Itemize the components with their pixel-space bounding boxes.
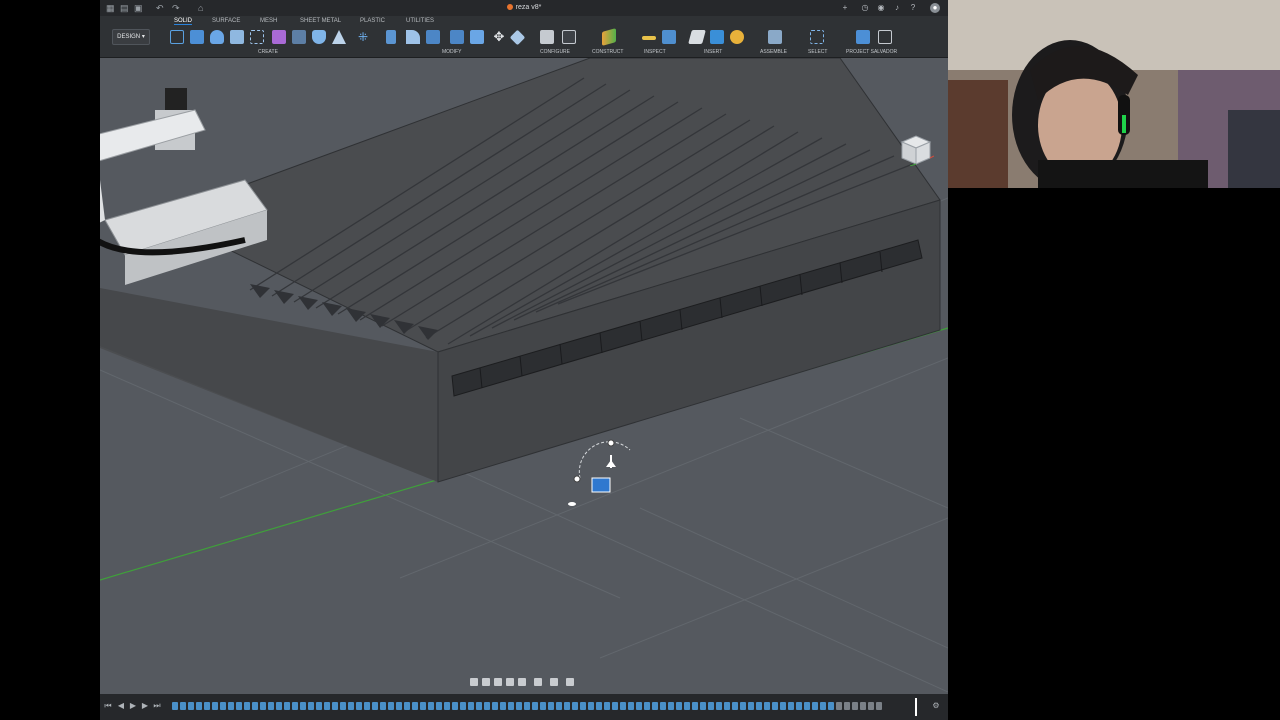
- group-inspect[interactable]: INSPECT: [644, 49, 666, 55]
- document-dot-icon: [506, 4, 513, 11]
- toolbar: DESIGN ▾ SOLID SURFACE MESH SHEET METAL …: [100, 16, 948, 58]
- pan-icon[interactable]: [494, 678, 502, 686]
- cnc-machine-image: [100, 80, 330, 295]
- zoom-icon[interactable]: [506, 678, 514, 686]
- move-icon[interactable]: ✥: [492, 30, 506, 44]
- measure-icon[interactable]: [642, 36, 656, 40]
- combine-icon[interactable]: [470, 30, 484, 44]
- jobs-icon[interactable]: ◉: [876, 3, 886, 13]
- press-pull-icon[interactable]: [386, 30, 396, 44]
- group-create[interactable]: CREATE: [258, 49, 278, 55]
- revolve-icon[interactable]: [210, 30, 224, 44]
- emboss-icon[interactable]: [312, 30, 326, 44]
- new-sketch-icon[interactable]: [170, 30, 184, 44]
- tab-sheet-metal[interactable]: SHEET METAL: [300, 18, 341, 24]
- document-title[interactable]: reza v8*: [100, 2, 948, 14]
- timeline-forward-icon[interactable]: ▶: [141, 702, 149, 710]
- timeline-settings-icon[interactable]: ⚙: [932, 702, 940, 710]
- group-select[interactable]: SELECT: [808, 49, 827, 55]
- move-manipulator[interactable]: [568, 439, 631, 506]
- zoom-window-icon[interactable]: [518, 678, 526, 686]
- new-component-icon[interactable]: [768, 30, 782, 44]
- webcam-feed: [948, 0, 1280, 188]
- salvador-export-icon[interactable]: [856, 30, 870, 44]
- chamfer-icon[interactable]: [426, 30, 440, 44]
- help-icon[interactable]: ?: [908, 3, 918, 13]
- timeline-start-icon[interactable]: ⏮: [104, 702, 112, 710]
- loft-icon[interactable]: [250, 30, 264, 44]
- navigation-bar: [468, 676, 582, 688]
- pyramid-icon[interactable]: [332, 30, 346, 44]
- web-icon[interactable]: [292, 30, 306, 44]
- viewports-icon[interactable]: [566, 678, 574, 686]
- workspace-label: DESIGN: [117, 34, 141, 40]
- configure-icon[interactable]: [540, 30, 554, 44]
- group-construct[interactable]: CONSTRUCT: [592, 49, 623, 55]
- table-icon[interactable]: [562, 30, 576, 44]
- salvador-settings-icon[interactable]: [878, 30, 892, 44]
- fusion-window: ▦ ▤ ▣ ↶ ↷ ⌂ reza v8* + ◷ ◉ ♪ ? ● DESIGN …: [100, 0, 948, 720]
- tab-utilities[interactable]: UTILITIES: [406, 18, 434, 24]
- timeline-back-icon[interactable]: ◀: [117, 702, 125, 710]
- workspace-switcher[interactable]: DESIGN ▾: [112, 29, 150, 45]
- title-bar: ▦ ▤ ▣ ↶ ↷ ⌂ reza v8* + ◷ ◉ ♪ ? ●: [100, 0, 948, 16]
- timeline-marker[interactable]: [915, 698, 917, 716]
- insert-mesh-icon[interactable]: [710, 30, 724, 44]
- rib-icon[interactable]: [272, 30, 286, 44]
- offset-plane-icon[interactable]: [602, 28, 616, 46]
- screen: ▦ ▤ ▣ ↶ ↷ ⌂ reza v8* + ◷ ◉ ♪ ? ● DESIGN …: [0, 0, 1280, 720]
- grid-settings-icon[interactable]: [550, 678, 558, 686]
- select-box-icon[interactable]: [810, 30, 824, 44]
- timeline-play-icon[interactable]: ▶: [129, 702, 137, 710]
- group-modify[interactable]: MODIFY: [442, 49, 461, 55]
- orbit-icon[interactable]: [470, 678, 478, 686]
- timeline-bar: ⏮ ◀ ▶ ▶ ⏭ ⚙: [100, 694, 948, 720]
- look-at-icon[interactable]: [482, 678, 490, 686]
- sweep-icon[interactable]: [230, 30, 244, 44]
- group-project-salvador[interactable]: PROJECT SALVADOR: [846, 49, 897, 55]
- extrude-icon[interactable]: [190, 30, 204, 44]
- group-insert[interactable]: INSERT: [704, 49, 722, 55]
- add-icon[interactable]: +: [840, 3, 850, 13]
- insert-mcmaster-icon[interactable]: [730, 30, 744, 44]
- display-settings-icon[interactable]: [534, 678, 542, 686]
- refresh-icon[interactable]: ◷: [860, 3, 870, 13]
- view-cube[interactable]: [900, 132, 935, 167]
- group-configure[interactable]: CONFIGURE: [540, 49, 570, 55]
- insert-derive-icon[interactable]: [688, 30, 706, 44]
- section-analysis-icon[interactable]: [662, 30, 676, 44]
- timeline-end-icon[interactable]: ⏭: [153, 702, 161, 710]
- tab-mesh[interactable]: MESH: [260, 18, 277, 24]
- account-icon[interactable]: ●: [930, 3, 940, 13]
- fillet-icon[interactable]: [406, 30, 420, 44]
- document-title-text: reza v8*: [515, 4, 542, 11]
- tab-solid[interactable]: SOLID: [174, 18, 193, 25]
- tab-surface[interactable]: SURFACE: [212, 18, 240, 24]
- tab-plastic[interactable]: PLASTIC: [360, 18, 385, 24]
- pattern-icon[interactable]: ⁜: [356, 30, 370, 44]
- timeline-features[interactable]: [172, 694, 912, 720]
- bell-icon[interactable]: ♪: [892, 3, 902, 13]
- scale-icon[interactable]: [509, 29, 526, 46]
- shell-icon[interactable]: [450, 30, 464, 44]
- group-assemble[interactable]: ASSEMBLE: [760, 49, 787, 55]
